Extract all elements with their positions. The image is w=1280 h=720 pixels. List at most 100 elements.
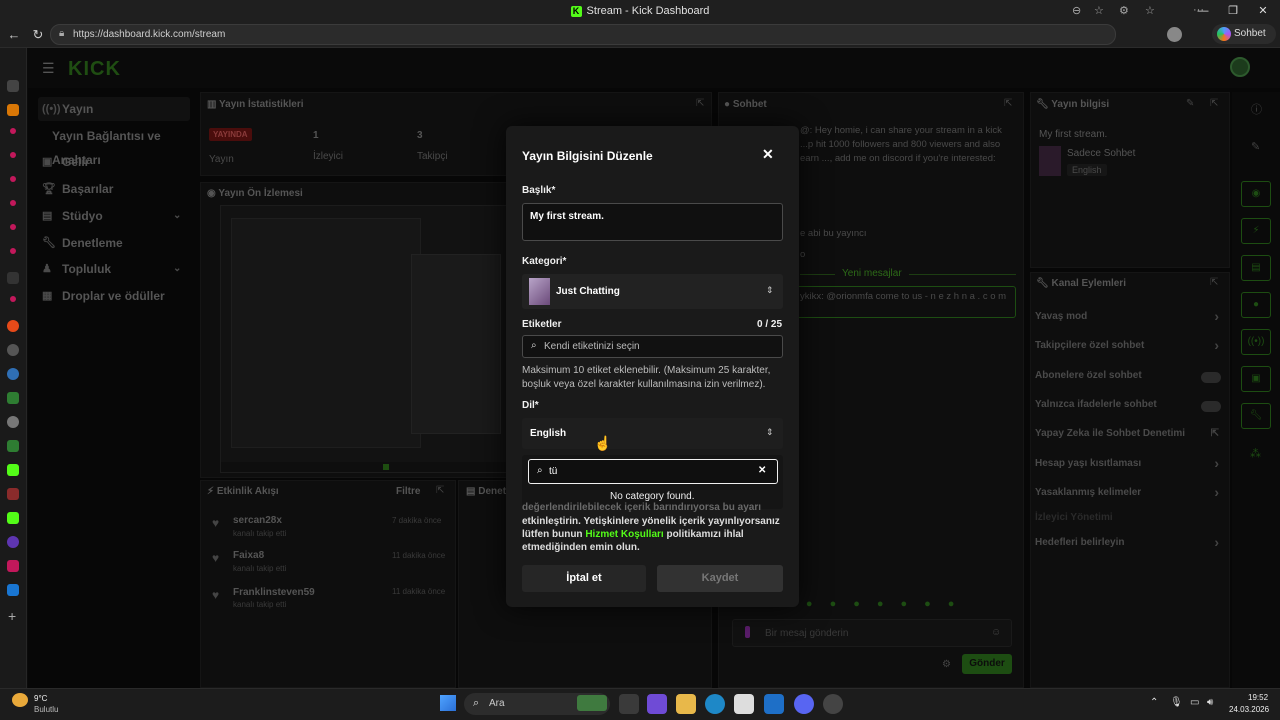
title-input[interactable] bbox=[522, 203, 783, 241]
strip-icon[interactable] bbox=[10, 128, 16, 134]
start-icon[interactable] bbox=[440, 695, 456, 711]
popout-icon[interactable]: ⇱ bbox=[1210, 98, 1218, 109]
sidebar-item-studyo[interactable]: ▤ Stüdyo ⌄ bbox=[38, 204, 188, 228]
channel-action-item[interactable]: İzleyici Yönetimi bbox=[1035, 512, 1225, 530]
rail-button[interactable]: ◉ bbox=[1241, 181, 1271, 207]
volume-icon[interactable]: 🔊︎ bbox=[1207, 697, 1213, 708]
strip-icon[interactable] bbox=[10, 248, 16, 254]
extensions-icon[interactable]: ⚙ bbox=[1119, 4, 1129, 17]
send-button[interactable]: Gönder bbox=[962, 654, 1012, 674]
back-icon[interactable]: ← bbox=[4, 26, 24, 44]
task-view-icon[interactable] bbox=[619, 694, 639, 714]
strip-icon[interactable] bbox=[7, 440, 19, 452]
kick-icon[interactable] bbox=[7, 464, 19, 476]
rail-button[interactable]: ▣ bbox=[1241, 366, 1271, 392]
strip-icon[interactable] bbox=[10, 296, 16, 302]
sidebar-item-topluluk[interactable]: ♟ Topluluk ⌄ bbox=[38, 257, 188, 281]
edit-icon[interactable]: ✎ bbox=[1251, 140, 1260, 153]
add-icon[interactable]: + bbox=[8, 608, 16, 624]
clear-icon[interactable]: ✕ bbox=[758, 465, 766, 476]
settings-icon[interactable]: ⚙ bbox=[942, 659, 951, 670]
toggle-switch[interactable] bbox=[1201, 401, 1221, 412]
strip-icon[interactable] bbox=[7, 344, 19, 356]
mail-icon[interactable] bbox=[764, 694, 784, 714]
community-icon[interactable]: ⁂ bbox=[1250, 447, 1261, 460]
rail-button[interactable]: ((•)) bbox=[1241, 329, 1271, 355]
x-icon[interactable] bbox=[7, 272, 19, 284]
strip-icon[interactable] bbox=[7, 392, 19, 404]
store-icon[interactable] bbox=[734, 694, 754, 714]
save-button[interactable]: Kaydet bbox=[657, 565, 783, 592]
kick-icon[interactable] bbox=[7, 512, 19, 524]
channel-action-item[interactable]: Yavaş mod › bbox=[1035, 308, 1225, 329]
strip-icon[interactable] bbox=[7, 584, 19, 596]
popout-icon[interactable]: ⇱ bbox=[436, 485, 444, 496]
copilot-button[interactable]: Sohbet et bbox=[1212, 24, 1276, 59]
reader-icon[interactable]: ⊖ bbox=[1072, 4, 1081, 17]
sidebar-item-denetleme[interactable]: 🔧︎ Denetleme bbox=[38, 231, 188, 255]
strip-icon[interactable] bbox=[7, 416, 19, 428]
strip-icon[interactable] bbox=[7, 488, 19, 500]
collections-icon[interactable]: ☆ bbox=[1145, 4, 1155, 17]
popout-icon[interactable]: ⇱ bbox=[1210, 277, 1218, 288]
strip-icon[interactable] bbox=[7, 320, 19, 332]
channel-action-item[interactable]: Takipçilere özel sohbet › bbox=[1035, 337, 1225, 358]
rail-button[interactable]: ⚡︎ bbox=[1241, 218, 1271, 244]
info-icon[interactable]: ⓘ bbox=[1251, 101, 1262, 117]
profile-icon[interactable] bbox=[1167, 27, 1182, 42]
strip-icon[interactable] bbox=[10, 224, 16, 230]
sidebar-item-gelir[interactable]: ▣ Gelir bbox=[38, 150, 188, 174]
emoji-icon[interactable]: ☺ bbox=[991, 627, 1001, 638]
cancel-button[interactable]: İptal et bbox=[522, 565, 646, 592]
strip-icon[interactable] bbox=[7, 368, 19, 380]
popout-icon[interactable]: ⇱ bbox=[1004, 98, 1012, 109]
channel-action-item[interactable]: Abonelere özel sohbet bbox=[1035, 370, 1225, 388]
strip-icon[interactable] bbox=[10, 176, 16, 182]
app-icon[interactable] bbox=[647, 694, 667, 714]
sidebar-item-stream-key[interactable]: Yayın Bağlantısı ve Anahtarı bbox=[28, 124, 198, 167]
sidebar-item-yayin[interactable]: ((•)) Yayın bbox=[38, 97, 188, 121]
strip-icon[interactable] bbox=[7, 80, 19, 92]
new-messages-label: Yeni mesajlar bbox=[835, 268, 909, 279]
discord-icon[interactable] bbox=[794, 694, 814, 714]
sidebar-item-basarilar[interactable]: 🏆︎ Başarılar bbox=[38, 177, 188, 201]
strip-icon[interactable] bbox=[10, 200, 16, 206]
favorite-icon[interactable]: ☆ bbox=[1094, 4, 1104, 17]
avatar[interactable] bbox=[1230, 57, 1250, 77]
strip-icon[interactable] bbox=[7, 536, 19, 548]
rail-button[interactable]: 🔧︎ bbox=[1241, 403, 1271, 429]
language-search-input[interactable] bbox=[528, 459, 778, 484]
strip-icon[interactable] bbox=[7, 104, 19, 116]
terms-link[interactable]: Hizmet Koşulları bbox=[585, 529, 663, 540]
weather-icon[interactable] bbox=[12, 693, 28, 707]
edit-icon[interactable]: ✎ bbox=[1186, 98, 1194, 109]
maximize-icon[interactable]: ❐ bbox=[1218, 0, 1248, 22]
address-bar[interactable]: 🔒︎ https://dashboard.kick.com/stream bbox=[50, 24, 1116, 45]
chevron-up-icon[interactable]: ⌃ bbox=[1150, 697, 1158, 708]
edge-icon[interactable] bbox=[705, 694, 725, 714]
more-icon[interactable]: ··· bbox=[1193, 4, 1204, 16]
rail-button[interactable]: ● bbox=[1241, 292, 1271, 318]
channel-action-item[interactable]: Hedefleri belirleyin › bbox=[1035, 534, 1225, 555]
strip-icon[interactable] bbox=[7, 560, 19, 572]
menu-icon[interactable]: ☰ bbox=[42, 60, 55, 77]
sidebar-item-droplar[interactable]: ▦ Droplar ve ödüller bbox=[38, 284, 188, 308]
refresh-icon[interactable]: ↻ bbox=[28, 26, 48, 44]
mic-icon[interactable]: 🎙︎ bbox=[1170, 697, 1183, 708]
channel-action-item[interactable]: Yapay Zeka ile Sohbet Denetimi ⇱ bbox=[1035, 428, 1225, 446]
channel-action-item[interactable]: Hesap yaşı kısıtlaması › bbox=[1035, 455, 1225, 476]
channel-action-item[interactable]: Yalnızca ifadelerle sohbet bbox=[1035, 399, 1225, 417]
popout-icon[interactable]: ⇱ bbox=[696, 98, 704, 109]
category-label: Kategori* bbox=[522, 256, 567, 267]
filter-button[interactable]: Filtre bbox=[396, 486, 420, 497]
channel-action-item[interactable]: Yasaklanmış kelimeler › bbox=[1035, 484, 1225, 505]
toggle-switch[interactable] bbox=[1201, 372, 1221, 383]
close-window-icon[interactable]: ✕ bbox=[1248, 0, 1278, 22]
rail-button[interactable]: ▤ bbox=[1241, 255, 1271, 281]
kick-logo[interactable]: KICK bbox=[68, 58, 121, 81]
close-icon[interactable]: ✕ bbox=[762, 146, 774, 163]
strip-icon[interactable] bbox=[10, 152, 16, 158]
file-explorer-icon[interactable] bbox=[676, 694, 696, 714]
app-icon[interactable] bbox=[823, 694, 843, 714]
wifi-icon[interactable]: ▭ bbox=[1190, 697, 1199, 708]
